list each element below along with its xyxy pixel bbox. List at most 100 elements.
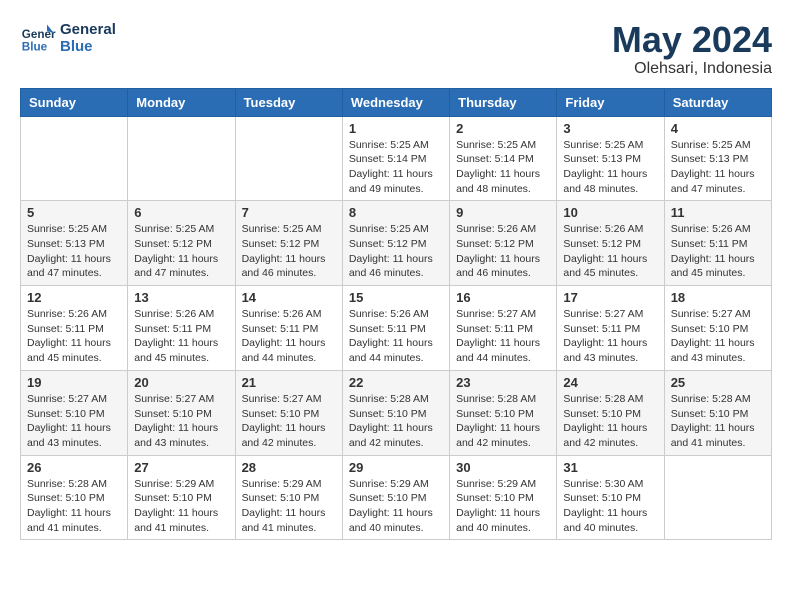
day-info: Sunrise: 5:29 AM Sunset: 5:10 PM Dayligh… [242,477,336,536]
day-number: 23 [456,375,550,390]
day-info: Sunrise: 5:26 AM Sunset: 5:12 PM Dayligh… [456,222,550,281]
calendar-cell: 9 Sunrise: 5:26 AM Sunset: 5:12 PM Daylig… [450,201,557,286]
day-number: 27 [134,460,228,475]
day-info: Sunrise: 5:27 AM Sunset: 5:10 PM Dayligh… [134,392,228,451]
day-info: Sunrise: 5:27 AM Sunset: 5:10 PM Dayligh… [27,392,121,451]
day-number: 3 [563,121,657,136]
calendar-cell: 26 Sunrise: 5:28 AM Sunset: 5:10 PM Dayli… [21,455,128,540]
calendar-cell: 2 Sunrise: 5:25 AM Sunset: 5:14 PM Daylig… [450,116,557,201]
weekday-header: Saturday [664,88,771,116]
day-number: 11 [671,205,765,220]
logo-general: General [60,21,116,38]
day-number: 10 [563,205,657,220]
day-number: 19 [27,375,121,390]
calendar-cell: 24 Sunrise: 5:28 AM Sunset: 5:10 PM Dayli… [557,370,664,455]
day-number: 26 [27,460,121,475]
day-number: 6 [134,205,228,220]
day-number: 8 [349,205,443,220]
calendar-cell [128,116,235,201]
calendar-week-row: 12Sunrise: 5:26 AM Sunset: 5:11 PM Dayli… [21,286,772,371]
day-info: Sunrise: 5:28 AM Sunset: 5:10 PM Dayligh… [456,392,550,451]
day-info: Sunrise: 5:29 AM Sunset: 5:10 PM Dayligh… [456,477,550,536]
calendar-week-row: 1 Sunrise: 5:25 AM Sunset: 5:14 PM Daylig… [21,116,772,201]
calendar: SundayMondayTuesdayWednesdayThursdayFrid… [20,88,772,541]
calendar-cell: 25Sunrise: 5:28 AM Sunset: 5:10 PM Dayli… [664,370,771,455]
day-number: 9 [456,205,550,220]
calendar-cell: 18Sunrise: 5:27 AM Sunset: 5:10 PM Dayli… [664,286,771,371]
calendar-cell: 8Sunrise: 5:25 AM Sunset: 5:12 PM Daylig… [342,201,449,286]
day-info: Sunrise: 5:25 AM Sunset: 5:14 PM Dayligh… [456,138,550,197]
logo-blue: Blue [60,38,116,55]
weekday-header: Thursday [450,88,557,116]
calendar-cell: 31 Sunrise: 5:30 AM Sunset: 5:10 PM Dayli… [557,455,664,540]
calendar-cell: 16 Sunrise: 5:27 AM Sunset: 5:11 PM Dayli… [450,286,557,371]
calendar-cell: 21 Sunrise: 5:27 AM Sunset: 5:10 PM Dayli… [235,370,342,455]
day-info: Sunrise: 5:26 AM Sunset: 5:11 PM Dayligh… [242,307,336,366]
calendar-cell: 6Sunrise: 5:25 AM Sunset: 5:12 PM Daylig… [128,201,235,286]
day-number: 29 [349,460,443,475]
day-number: 18 [671,290,765,305]
calendar-cell: 12Sunrise: 5:26 AM Sunset: 5:11 PM Dayli… [21,286,128,371]
weekday-header: Friday [557,88,664,116]
month-title: May 2024 [612,20,772,60]
day-number: 20 [134,375,228,390]
day-number: 17 [563,290,657,305]
calendar-cell: 5 Sunrise: 5:25 AM Sunset: 5:13 PM Daylig… [21,201,128,286]
calendar-cell: 15Sunrise: 5:26 AM Sunset: 5:11 PM Dayli… [342,286,449,371]
day-info: Sunrise: 5:28 AM Sunset: 5:10 PM Dayligh… [27,477,121,536]
day-info: Sunrise: 5:25 AM Sunset: 5:13 PM Dayligh… [27,222,121,281]
day-number: 16 [456,290,550,305]
weekday-header: Monday [128,88,235,116]
day-number: 1 [349,121,443,136]
calendar-week-row: 19 Sunrise: 5:27 AM Sunset: 5:10 PM Dayli… [21,370,772,455]
logo: General Blue General Blue [20,20,116,56]
calendar-cell: 10 Sunrise: 5:26 AM Sunset: 5:12 PM Dayli… [557,201,664,286]
calendar-cell [21,116,128,201]
day-number: 21 [242,375,336,390]
calendar-cell: 13Sunrise: 5:26 AM Sunset: 5:11 PM Dayli… [128,286,235,371]
day-info: Sunrise: 5:25 AM Sunset: 5:13 PM Dayligh… [671,138,765,197]
title-block: May 2024 Olehsari, Indonesia [612,20,772,78]
calendar-cell: 19 Sunrise: 5:27 AM Sunset: 5:10 PM Dayli… [21,370,128,455]
weekday-header-row: SundayMondayTuesdayWednesdayThursdayFrid… [21,88,772,116]
day-number: 28 [242,460,336,475]
day-number: 25 [671,375,765,390]
day-number: 2 [456,121,550,136]
day-info: Sunrise: 5:27 AM Sunset: 5:10 PM Dayligh… [242,392,336,451]
calendar-cell: 7 Sunrise: 5:25 AM Sunset: 5:12 PM Daylig… [235,201,342,286]
day-number: 30 [456,460,550,475]
day-info: Sunrise: 5:26 AM Sunset: 5:11 PM Dayligh… [134,307,228,366]
page-header: General Blue General Blue May 2024 Olehs… [20,20,772,78]
calendar-cell: 3 Sunrise: 5:25 AM Sunset: 5:13 PM Daylig… [557,116,664,201]
day-info: Sunrise: 5:25 AM Sunset: 5:12 PM Dayligh… [242,222,336,281]
day-info: Sunrise: 5:25 AM Sunset: 5:13 PM Dayligh… [563,138,657,197]
day-info: Sunrise: 5:28 AM Sunset: 5:10 PM Dayligh… [563,392,657,451]
day-number: 15 [349,290,443,305]
day-number: 4 [671,121,765,136]
day-info: Sunrise: 5:27 AM Sunset: 5:11 PM Dayligh… [563,307,657,366]
calendar-cell: 27Sunrise: 5:29 AM Sunset: 5:10 PM Dayli… [128,455,235,540]
day-number: 14 [242,290,336,305]
logo-icon: General Blue [20,20,56,56]
day-number: 7 [242,205,336,220]
weekday-header: Sunday [21,88,128,116]
calendar-week-row: 5 Sunrise: 5:25 AM Sunset: 5:13 PM Daylig… [21,201,772,286]
calendar-cell: 4 Sunrise: 5:25 AM Sunset: 5:13 PM Daylig… [664,116,771,201]
calendar-cell: 20 Sunrise: 5:27 AM Sunset: 5:10 PM Dayli… [128,370,235,455]
calendar-cell: 28 Sunrise: 5:29 AM Sunset: 5:10 PM Dayli… [235,455,342,540]
svg-text:Blue: Blue [22,41,48,54]
calendar-cell: 30 Sunrise: 5:29 AM Sunset: 5:10 PM Dayli… [450,455,557,540]
day-number: 5 [27,205,121,220]
calendar-cell [235,116,342,201]
day-info: Sunrise: 5:28 AM Sunset: 5:10 PM Dayligh… [349,392,443,451]
calendar-cell: 23 Sunrise: 5:28 AM Sunset: 5:10 PM Dayli… [450,370,557,455]
day-number: 24 [563,375,657,390]
calendar-cell: 11 Sunrise: 5:26 AM Sunset: 5:11 PM Dayli… [664,201,771,286]
calendar-cell: 17 Sunrise: 5:27 AM Sunset: 5:11 PM Dayli… [557,286,664,371]
day-info: Sunrise: 5:26 AM Sunset: 5:12 PM Dayligh… [563,222,657,281]
day-info: Sunrise: 5:27 AM Sunset: 5:11 PM Dayligh… [456,307,550,366]
day-info: Sunrise: 5:26 AM Sunset: 5:11 PM Dayligh… [27,307,121,366]
day-number: 31 [563,460,657,475]
day-info: Sunrise: 5:26 AM Sunset: 5:11 PM Dayligh… [671,222,765,281]
day-info: Sunrise: 5:30 AM Sunset: 5:10 PM Dayligh… [563,477,657,536]
